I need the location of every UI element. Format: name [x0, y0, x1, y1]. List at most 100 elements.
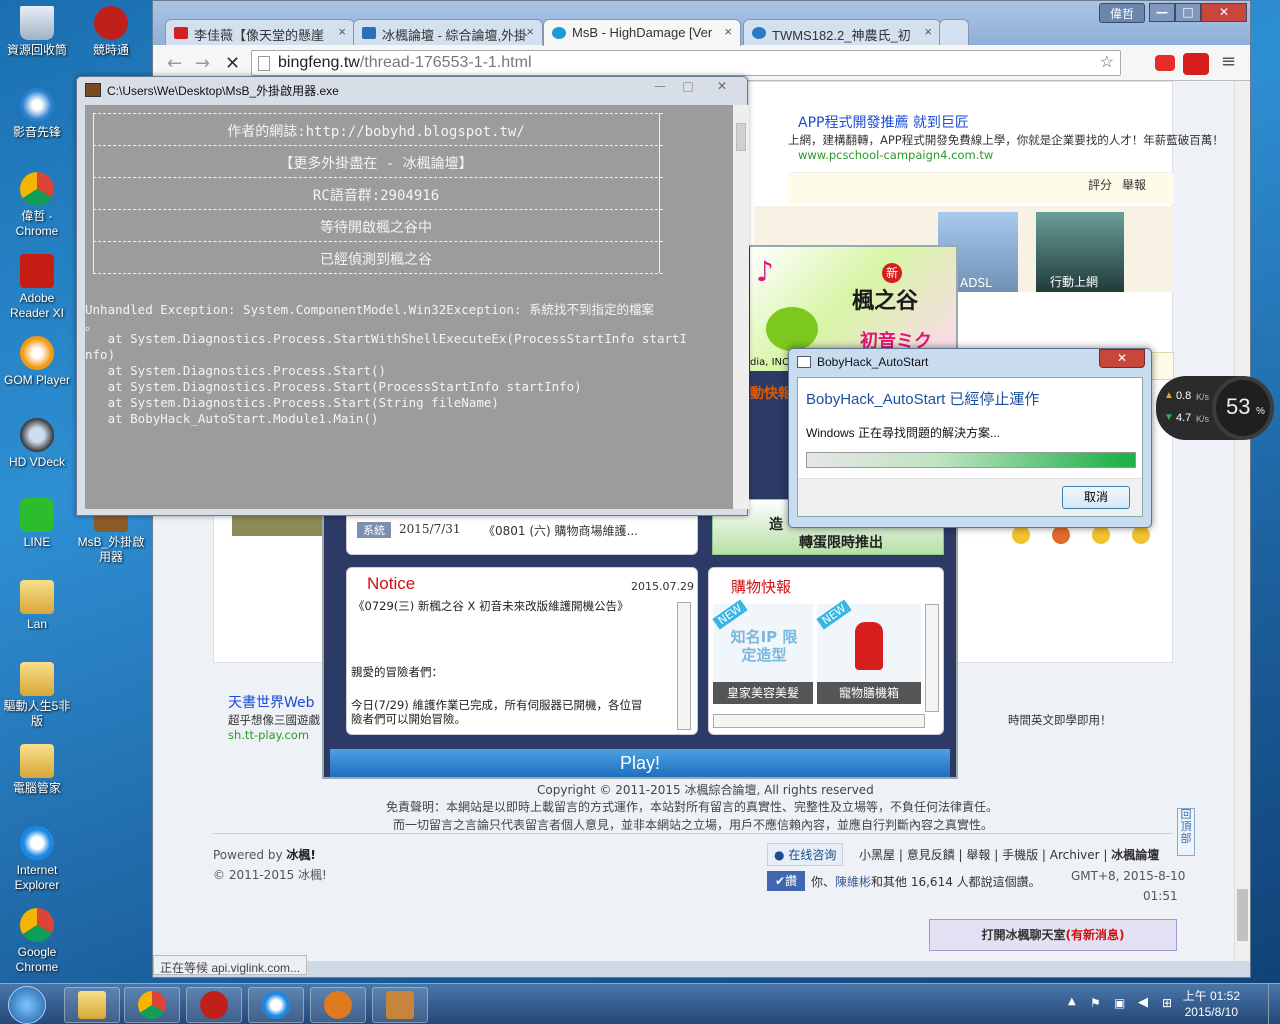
recycle-bin-icon — [20, 6, 54, 40]
rate-link[interactable]: 評分 — [1088, 176, 1112, 193]
tab-msb-highdamage[interactable]: MsB - HighDamage [Ver × — [543, 19, 741, 46]
report-link[interactable]: 舉報 — [1122, 176, 1146, 193]
desktop-icon-adobe-reader[interactable]: Adobe Reader XI — [0, 254, 74, 321]
shop-hscrollbar[interactable] — [713, 714, 925, 728]
desktop-icon-gom-player[interactable]: GOM Player — [0, 336, 74, 388]
desktop-icon-driver-life[interactable]: 驅動人生5非版 — [0, 662, 74, 729]
new-badge-extension-icon[interactable] — [1183, 53, 1209, 75]
footer-link-report[interactable]: 舉報 — [966, 848, 990, 862]
desktop-icon-jingshitong[interactable]: 競時通 — [74, 6, 148, 58]
console-waiting-line: 等待開啟楓之谷中 — [320, 220, 432, 236]
tab-youtube[interactable]: 李佳薇【像天堂的懸崖 × — [165, 19, 355, 46]
maximize-button[interactable]: □ — [1175, 3, 1201, 22]
desktop-icon-xfplay[interactable]: 影音先锋 — [0, 88, 74, 140]
close-tab-icon[interactable]: × — [338, 24, 346, 39]
like-user-link[interactable]: 陳維彬 — [835, 875, 871, 889]
footer-link-forum[interactable]: 冰楓論壇 — [1111, 848, 1159, 862]
desktop-icon-ie[interactable]: Internet Explorer — [0, 826, 74, 893]
footer-link-blacklist[interactable]: 小黑屋 — [859, 848, 895, 862]
dialog-close-button[interactable]: ✕ — [1099, 349, 1145, 368]
menu-icon[interactable]: ≡ — [1221, 51, 1236, 72]
minimize-button[interactable]: — — [1149, 3, 1175, 22]
taskbar-msb-console[interactable] — [372, 987, 428, 1023]
desktop-icon-google-chrome[interactable]: Google Chrome — [0, 908, 74, 975]
desktop-icon-line[interactable]: LINE — [0, 498, 74, 550]
desktop-icon-hd-vdeck[interactable]: HD VDeck — [0, 418, 74, 470]
console-scrollbar-thumb[interactable] — [736, 123, 746, 151]
desktop-icon-pc-manager[interactable]: 電腦管家 — [0, 744, 74, 796]
back-icon[interactable]: ← — [167, 53, 182, 74]
open-chat-button[interactable]: 打開冰楓聊天室(有新消息) — [929, 919, 1177, 951]
footer-link-mobile[interactable]: 手機版 — [1002, 848, 1038, 862]
action-center-flag-icon[interactable]: ⚑ — [1090, 996, 1101, 1010]
scrollbar-thumb[interactable] — [1237, 889, 1248, 941]
close-window-button[interactable]: ✕ — [1201, 3, 1247, 22]
close-tab-icon[interactable]: × — [724, 24, 732, 39]
address-bar[interactable]: bingfeng.tw/thread-176553-1-1.html ☆ — [251, 50, 1121, 76]
desktop-icon-chrome-user[interactable]: 偉哲 - Chrome — [0, 172, 74, 239]
desktop-icon-recycle-bin[interactable]: 資源回收筒 — [0, 6, 74, 58]
network-speed-widget[interactable]: ▲ 0.8 K/s ▼ 4.7 K/s 53 % — [1156, 376, 1274, 440]
shop-item-pet-box[interactable]: NEW 寵物膳機箱 — [816, 599, 921, 704]
emoji-icon[interactable] — [1012, 526, 1030, 544]
show-desktop-button[interactable] — [1268, 984, 1280, 1024]
console-title: C:\Users\We\Desktop\MsB_外掛啟用器.exe — [107, 84, 339, 98]
console-scrollbar[interactable] — [733, 105, 749, 509]
close-tab-icon[interactable]: × — [526, 24, 534, 39]
music-note-icon: ♪ — [756, 255, 774, 288]
search-progress-bar — [806, 452, 1136, 468]
start-button[interactable] — [8, 986, 46, 1024]
volume-icon[interactable]: ◀ — [1138, 995, 1148, 1010]
notice-greeting: 親愛的冒險者們： — [351, 665, 443, 679]
emoji-icon[interactable] — [1052, 526, 1070, 544]
shop-item-royal-salon[interactable]: NEW 知名IP 限定造型 皇家美容美髮 — [712, 599, 813, 704]
footer-link-feedback[interactable]: 意見反饋 — [907, 848, 955, 862]
desktop-icon-lan[interactable]: Lan — [0, 580, 74, 632]
play-button[interactable]: Play! — [330, 749, 950, 777]
like-button[interactable]: ✔讚 — [767, 871, 805, 891]
new-message-badge: (有新消息) — [1065, 928, 1125, 942]
page-scrollbar[interactable] — [1234, 81, 1250, 961]
folder-icon — [20, 580, 54, 614]
footer-link-archiver[interactable]: Archiver — [1050, 848, 1100, 862]
network-icon[interactable]: ▣ — [1114, 996, 1125, 1010]
clock[interactable]: 上午 01:52 2015/8/10 — [1183, 988, 1240, 1020]
left-ad-title[interactable]: 天書世界Web — [228, 692, 315, 712]
star-icon[interactable]: ☆ — [1100, 51, 1114, 75]
show-hidden-icons[interactable]: ▲ — [1068, 996, 1076, 1007]
powered-by-link[interactable]: 冰楓! — [286, 848, 315, 862]
emoji-icon[interactable] — [1132, 526, 1150, 544]
cancel-button[interactable]: 取消 — [1062, 486, 1130, 509]
thumb-mobile[interactable]: 行動上網 — [1036, 212, 1124, 292]
windows-update-icon[interactable]: ⊞ — [1162, 996, 1172, 1010]
line-icon — [20, 498, 54, 532]
taskbar-ie[interactable] — [248, 987, 304, 1023]
like-label: 讚 — [785, 874, 798, 888]
ad-title-link[interactable]: APP程式開發推薦 就到巨匠 — [798, 112, 969, 132]
console-maximize-button[interactable]: □ — [675, 79, 701, 95]
news-item[interactable]: 系統 2015/7/31 《0801 (六) 購物商場維護... — [346, 513, 698, 555]
forward-icon[interactable]: → — [195, 53, 210, 74]
taskbar-explorer[interactable] — [64, 987, 120, 1023]
profile-button[interactable]: 偉哲 — [1099, 3, 1145, 23]
console-close-button[interactable]: ✕ — [703, 79, 741, 95]
tab-twms[interactable]: TWMS182.2_神農氏_初 × — [743, 19, 941, 46]
folder-icon — [78, 991, 106, 1019]
stop-icon[interactable]: ✕ — [225, 53, 240, 74]
notice-scrollbar[interactable] — [677, 602, 691, 730]
taskbar-jingshitong[interactable] — [186, 987, 242, 1023]
console-minimize-button[interactable]: — — [647, 79, 673, 95]
close-tab-icon[interactable]: × — [924, 24, 932, 39]
taskbar-maplestory[interactable] — [310, 987, 366, 1023]
back-to-top-button[interactable]: 回頂部 — [1177, 808, 1195, 856]
notice-date: 2015.07.29 — [631, 580, 694, 593]
desktop-icon-label: HD VDeck — [8, 455, 65, 469]
youtube-extension-icon[interactable] — [1155, 55, 1175, 71]
emoji-icon[interactable] — [1092, 526, 1110, 544]
taskbar-chrome[interactable] — [124, 987, 180, 1023]
shop-vscrollbar[interactable] — [925, 604, 939, 712]
tab-bingfeng-forum[interactable]: 冰楓論壇 - 綜合論壇,外掛 × — [353, 19, 543, 46]
desktop-icon-label: Adobe Reader XI — [9, 291, 65, 320]
new-tab-button[interactable] — [939, 19, 969, 46]
online-help-button[interactable]: ● 在线咨询 — [767, 843, 844, 866]
